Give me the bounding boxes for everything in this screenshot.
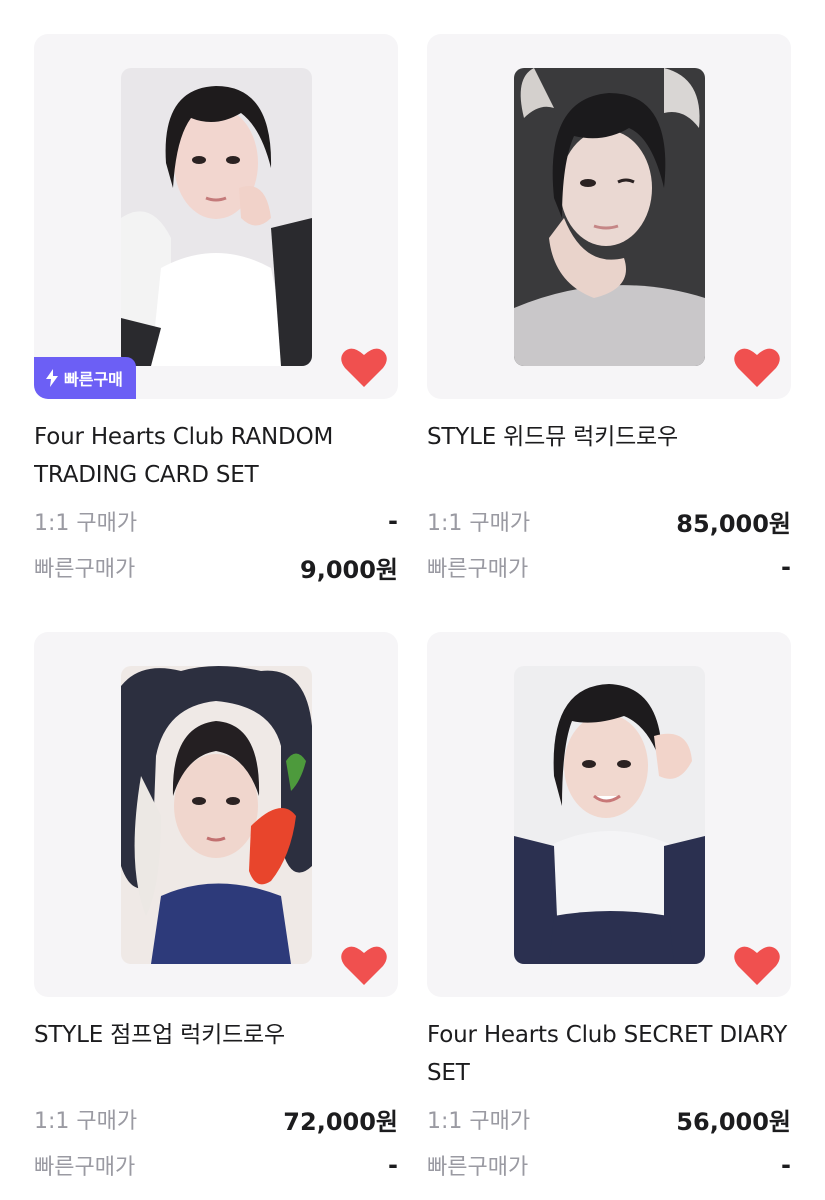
heart-icon[interactable] [340,943,388,987]
price-row-direct: 1:1 구매가 85,000원 [427,498,791,544]
price-label: 빠른구매가 [34,1155,136,1180]
heart-icon[interactable] [733,345,781,389]
price-row-quick: 빠른구매가 9,000원 [34,544,398,590]
heart-icon[interactable] [340,345,388,389]
price-value: - [388,507,398,535]
photocard-image[interactable] [514,68,705,366]
product-thumbnail[interactable] [34,632,398,997]
heart-icon[interactable] [733,943,781,987]
product-card[interactable]: Four Hearts Club SECRET DIARY SET 1:1 구매… [427,632,791,1196]
price-label: 빠른구매가 [34,557,136,582]
product-thumbnail[interactable]: 빠른구매 [34,34,398,399]
price-value: - [388,1151,398,1179]
product-card[interactable]: 빠른구매 Four Hearts Club RANDOM TRADING CAR… [34,34,398,598]
product-thumbnail[interactable] [427,632,791,997]
price-label: 빠른구매가 [427,1155,529,1180]
product-title[interactable]: Four Hearts Club RANDOM TRADING CARD SET [34,418,398,498]
price-label: 빠른구매가 [427,557,529,582]
photocard-image[interactable] [121,666,312,964]
product-title[interactable]: STYLE 점프업 럭키드로우 [34,1016,398,1096]
product-thumbnail[interactable] [427,34,791,399]
price-value: 9,000원 [300,555,398,584]
price-label: 1:1 구매가 [34,1109,138,1134]
price-value: 85,000원 [676,509,791,538]
quick-buy-badge: 빠른구매 [34,357,136,399]
price-row-quick: 빠른구매가 - [427,544,791,590]
price-value: 56,000원 [676,1107,791,1136]
price-row-quick: 빠른구매가 - [34,1142,398,1188]
product-card[interactable]: STYLE 점프업 럭키드로우 1:1 구매가 72,000원 빠른구매가 - [34,632,398,1196]
product-title[interactable]: Four Hearts Club SECRET DIARY SET [427,1016,791,1096]
photocard-image[interactable] [514,666,705,964]
price-row-quick: 빠른구매가 - [427,1142,791,1188]
price-row-direct: 1:1 구매가 - [34,498,398,544]
price-value: - [781,1151,791,1179]
price-value: - [781,553,791,581]
price-row-direct: 1:1 구매가 56,000원 [427,1096,791,1142]
quick-buy-badge-label: 빠른구매 [64,370,123,389]
price-label: 1:1 구매가 [427,1109,531,1134]
lightning-icon [46,369,58,387]
photocard-image[interactable] [121,68,312,366]
price-value: 72,000원 [283,1107,398,1136]
price-label: 1:1 구매가 [427,511,531,536]
price-row-direct: 1:1 구매가 72,000원 [34,1096,398,1142]
product-grid: 빠른구매 Four Hearts Club RANDOM TRADING CAR… [34,34,791,1196]
product-card[interactable]: STYLE 위드뮤 럭키드로우 1:1 구매가 85,000원 빠른구매가 - [427,34,791,598]
price-label: 1:1 구매가 [34,511,138,536]
product-title[interactable]: STYLE 위드뮤 럭키드로우 [427,418,791,498]
